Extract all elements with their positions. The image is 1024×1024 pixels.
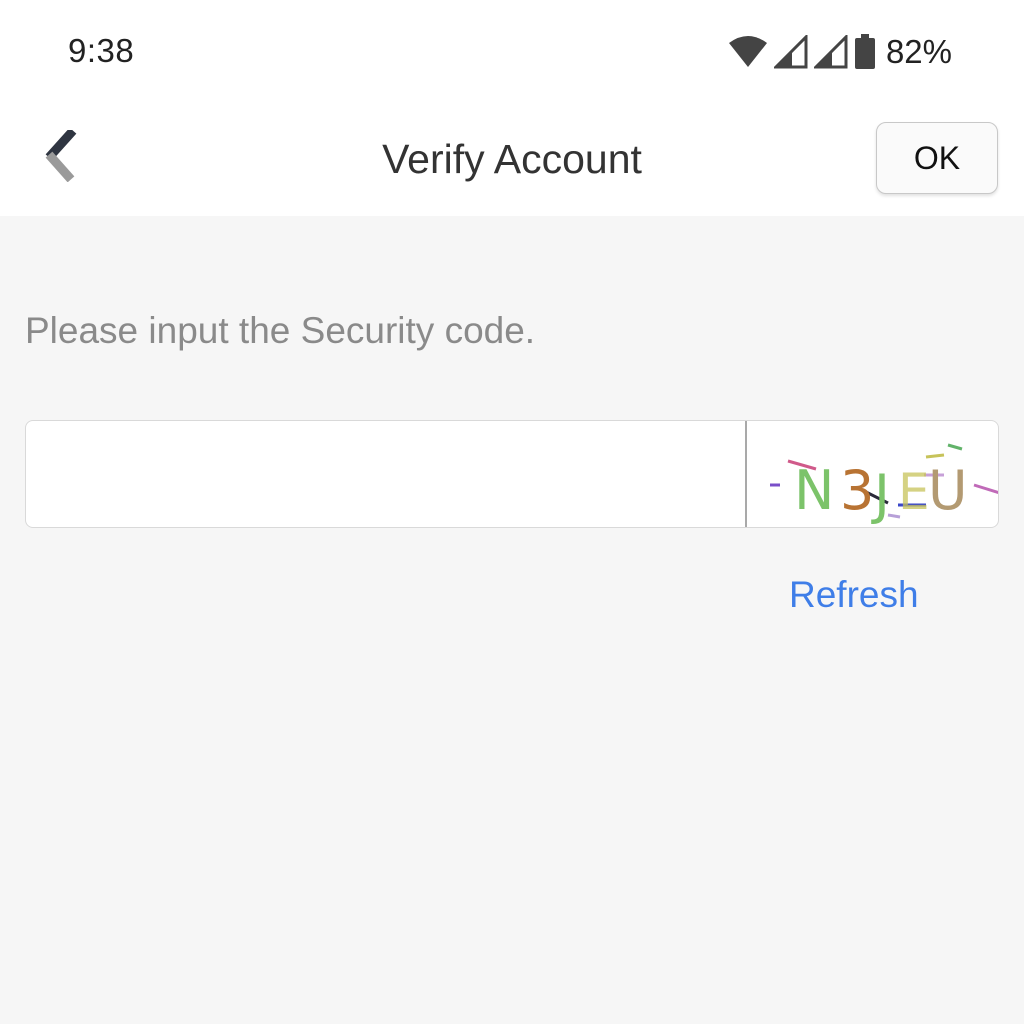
page-title: Verify Account bbox=[382, 136, 642, 182]
status-bar: 9:38 82% bbox=[0, 0, 1024, 100]
ok-button[interactable]: OK bbox=[876, 122, 998, 194]
instruction-text: Please input the Security code. bbox=[25, 310, 536, 351]
security-code-input[interactable] bbox=[26, 421, 745, 527]
captcha-char: N bbox=[794, 459, 834, 522]
divider bbox=[745, 421, 747, 527]
wifi-icon bbox=[728, 35, 768, 69]
battery-percentage: 82% bbox=[885, 33, 952, 70]
captcha-char: 3 bbox=[840, 459, 874, 522]
refresh-link[interactable]: Refresh bbox=[789, 574, 919, 616]
captcha-image[interactable]: N 3 J E U bbox=[748, 421, 998, 527]
status-time: 9:38 bbox=[68, 32, 135, 69]
status-icons: 82% bbox=[728, 30, 952, 74]
captcha-char: J bbox=[871, 463, 890, 526]
captcha-char: U bbox=[928, 459, 968, 522]
security-code-row: N 3 J E U bbox=[25, 420, 999, 528]
battery-icon bbox=[854, 34, 876, 70]
signal-icon bbox=[813, 35, 848, 69]
captcha-char: E bbox=[898, 463, 930, 521]
signal-icon bbox=[773, 35, 808, 69]
toolbar: Verify Account OK bbox=[0, 100, 1024, 216]
